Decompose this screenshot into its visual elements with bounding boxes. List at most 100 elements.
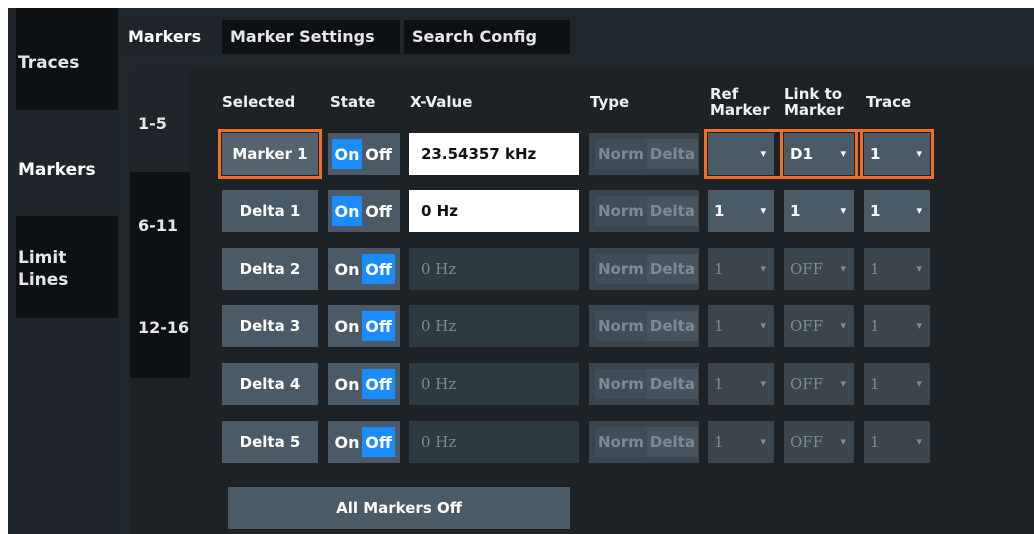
state-on[interactable]: On xyxy=(332,311,362,341)
trace-dropdown[interactable]: 1 ▾ xyxy=(864,363,930,405)
type-delta[interactable]: Delta xyxy=(646,427,698,457)
header-x-value: X-Value xyxy=(410,93,473,111)
type-delta[interactable]: Delta xyxy=(646,369,698,399)
tab-marker-settings-label: Marker Settings xyxy=(230,27,375,46)
link-to-marker-dropdown[interactable]: OFF ▾ xyxy=(784,421,854,463)
all-markers-off-button[interactable]: All Markers Off xyxy=(228,487,570,529)
type-toggle[interactable]: Norm Delta xyxy=(589,248,699,290)
header-link-to-marker: Link to Marker xyxy=(784,86,844,118)
tab-search-config[interactable]: Search Config xyxy=(404,20,570,54)
state-on[interactable]: On xyxy=(332,196,362,226)
ref-marker-dropdown[interactable]: 1 ▾ xyxy=(708,421,774,463)
state-toggle[interactable]: On Off xyxy=(328,190,400,232)
trace-dropdown[interactable]: 1 ▾ xyxy=(864,421,930,463)
type-toggle[interactable]: Norm Delta xyxy=(589,133,699,175)
state-on[interactable]: On xyxy=(332,139,362,169)
left-tab-panel: Traces Markers Limit Lines xyxy=(8,8,118,534)
chevron-down-icon: ▾ xyxy=(840,262,846,275)
state-on[interactable]: On xyxy=(332,427,362,457)
select-marker-button[interactable]: Delta 5 xyxy=(222,421,318,463)
state-off[interactable]: Off xyxy=(362,427,395,457)
header-selected: Selected xyxy=(222,93,296,111)
chevron-down-icon: ▾ xyxy=(840,204,846,217)
trace-dropdown[interactable]: 1 ▾ xyxy=(864,248,930,290)
marker-dialog: Traces Markers Limit Lines Markers Marke… xyxy=(0,0,1034,534)
type-norm[interactable]: Norm xyxy=(595,139,647,169)
state-off[interactable]: Off xyxy=(362,196,395,226)
tab-limit-lines-label-2: Lines xyxy=(18,270,69,290)
state-toggle[interactable]: On Off xyxy=(328,305,400,347)
header-ref-marker-line1: Ref xyxy=(710,85,739,103)
type-delta[interactable]: Delta xyxy=(646,254,698,284)
ref-marker-dropdown[interactable]: 1 ▾ xyxy=(708,305,774,347)
chevron-down-icon: ▾ xyxy=(840,435,846,448)
ref-marker-value: 1 xyxy=(714,317,724,335)
ref-marker-dropdown[interactable]: 1 ▾ xyxy=(708,363,774,405)
tab-markers-top-label: Markers xyxy=(128,27,202,46)
ref-marker-value: 1 xyxy=(714,433,724,451)
x-value-input[interactable]: 0 Hz xyxy=(409,190,579,232)
header-link-line1: Link to xyxy=(784,85,843,103)
type-norm[interactable]: Norm xyxy=(595,427,647,457)
select-marker-button[interactable]: Delta 1 xyxy=(222,190,318,232)
trace-dropdown[interactable]: 1 ▾ xyxy=(864,305,930,347)
range-tab-6-11[interactable]: 6-11 xyxy=(130,172,190,276)
state-off[interactable]: Off xyxy=(362,139,395,169)
tab-limit-lines[interactable]: Limit Lines xyxy=(16,216,118,320)
link-to-marker-dropdown[interactable]: 1 ▾ xyxy=(784,190,854,232)
type-norm[interactable]: Norm xyxy=(595,196,647,226)
link-to-marker-dropdown[interactable]: OFF ▾ xyxy=(784,248,854,290)
link-to-marker-dropdown[interactable]: OFF ▾ xyxy=(784,305,854,347)
ref-marker-value: 1 xyxy=(714,375,724,393)
trace-dropdown[interactable]: 1 ▾ xyxy=(864,190,930,232)
tab-markers[interactable]: Markers xyxy=(16,114,118,214)
tab-traces[interactable]: Traces xyxy=(16,8,118,112)
state-off[interactable]: Off xyxy=(362,369,395,399)
type-toggle[interactable]: Norm Delta xyxy=(589,421,699,463)
range-tab-12-16[interactable]: 12-16 xyxy=(130,274,190,378)
state-on[interactable]: On xyxy=(332,254,362,284)
type-toggle[interactable]: Norm Delta xyxy=(589,363,699,405)
x-value-input[interactable]: 0 Hz xyxy=(409,363,579,405)
chevron-down-icon: ▾ xyxy=(840,377,846,390)
tab-limit-lines-label-1: Limit xyxy=(18,248,67,268)
state-off[interactable]: Off xyxy=(362,254,395,284)
state-toggle[interactable]: On Off xyxy=(328,133,400,175)
type-toggle[interactable]: Norm Delta xyxy=(589,305,699,347)
state-toggle[interactable]: On Off xyxy=(328,363,400,405)
link-to-marker-dropdown[interactable]: OFF ▾ xyxy=(784,363,854,405)
state-on[interactable]: On xyxy=(332,369,362,399)
selection-highlight xyxy=(780,129,858,179)
chevron-down-icon: ▾ xyxy=(916,319,922,332)
link-to-marker-value: OFF xyxy=(790,375,824,393)
header-ref-marker-line2: Marker xyxy=(710,101,770,119)
tab-marker-settings[interactable]: Marker Settings xyxy=(222,20,400,54)
select-marker-button[interactable]: Delta 2 xyxy=(222,248,318,290)
select-marker-button[interactable]: Delta 3 xyxy=(222,305,318,347)
trace-value: 1 xyxy=(870,433,880,451)
type-delta[interactable]: Delta xyxy=(646,196,698,226)
chevron-down-icon: ▾ xyxy=(916,435,922,448)
x-value-input[interactable]: 0 Hz xyxy=(409,305,579,347)
x-value-input[interactable]: 0 Hz xyxy=(409,421,579,463)
state-toggle[interactable]: On Off xyxy=(328,248,400,290)
x-value-input[interactable]: 0 Hz xyxy=(409,248,579,290)
x-value-input[interactable]: 23.54357 kHz xyxy=(409,133,579,175)
ref-marker-dropdown[interactable]: 1 ▾ xyxy=(708,248,774,290)
select-marker-button[interactable]: Delta 4 xyxy=(222,363,318,405)
tab-markers-top[interactable]: Markers xyxy=(120,20,216,54)
type-norm[interactable]: Norm xyxy=(595,254,647,284)
ref-marker-dropdown[interactable]: 1 ▾ xyxy=(708,190,774,232)
state-off[interactable]: Off xyxy=(362,311,395,341)
trace-value: 1 xyxy=(870,202,881,220)
type-norm[interactable]: Norm xyxy=(595,311,647,341)
chevron-down-icon: ▾ xyxy=(916,377,922,390)
type-norm[interactable]: Norm xyxy=(595,369,647,399)
type-toggle[interactable]: Norm Delta xyxy=(589,190,699,232)
header-type: Type xyxy=(590,93,630,111)
type-delta[interactable]: Delta xyxy=(646,311,698,341)
chevron-down-icon: ▾ xyxy=(916,262,922,275)
range-tab-1-5[interactable]: 1-5 xyxy=(130,70,190,174)
state-toggle[interactable]: On Off xyxy=(328,421,400,463)
type-delta[interactable]: Delta xyxy=(646,139,698,169)
